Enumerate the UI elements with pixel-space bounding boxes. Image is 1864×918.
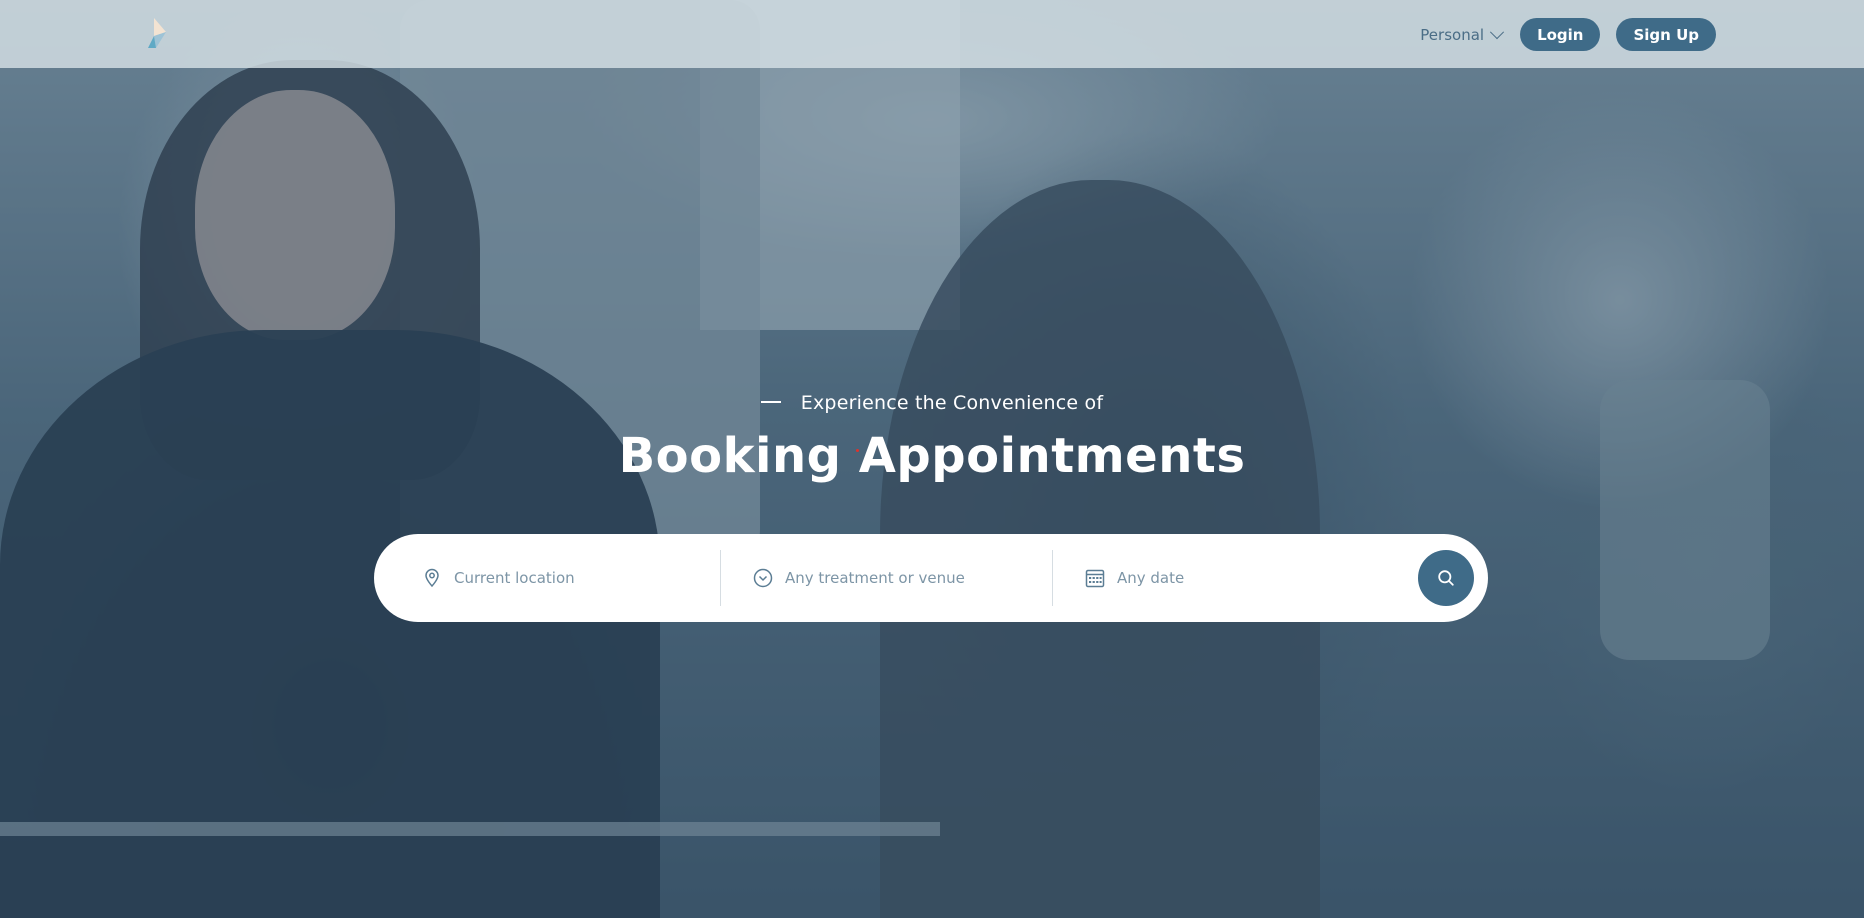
personal-dropdown[interactable]: Personal <box>1420 24 1505 44</box>
treatment-input[interactable] <box>783 568 1027 588</box>
chevron-down-icon <box>1489 24 1505 39</box>
login-button[interactable]: Login <box>1520 18 1601 51</box>
hero-subtitle: Experience the Convenience of <box>0 392 1864 414</box>
calendar-icon <box>1085 569 1105 588</box>
hero-title: Booking Appointments <box>618 428 1246 484</box>
brand-logo-icon[interactable] <box>148 18 170 50</box>
date-input[interactable] <box>1115 568 1359 588</box>
search-icon <box>1438 570 1454 586</box>
treatment-field[interactable] <box>720 550 1052 606</box>
chevron-circle-icon <box>753 568 773 588</box>
header-actions: Personal Login Sign Up <box>1420 18 1716 51</box>
top-navigation-bar: Personal Login Sign Up <box>0 0 1864 68</box>
map-pin-icon <box>425 568 439 588</box>
dash-decoration <box>760 400 781 403</box>
hero-section: Personal Login Sign Up Experience the Co… <box>0 0 1864 918</box>
location-input[interactable] <box>452 568 696 588</box>
search-button[interactable] <box>1418 550 1474 606</box>
date-field[interactable] <box>1052 550 1372 606</box>
location-field[interactable] <box>374 550 720 606</box>
signup-button[interactable]: Sign Up <box>1616 18 1716 51</box>
search-bar <box>374 534 1488 622</box>
hero-subtitle-text: Experience the Convenience of <box>800 392 1104 414</box>
red-dot-artifact <box>856 449 859 452</box>
personal-dropdown-label: Personal <box>1420 25 1485 44</box>
